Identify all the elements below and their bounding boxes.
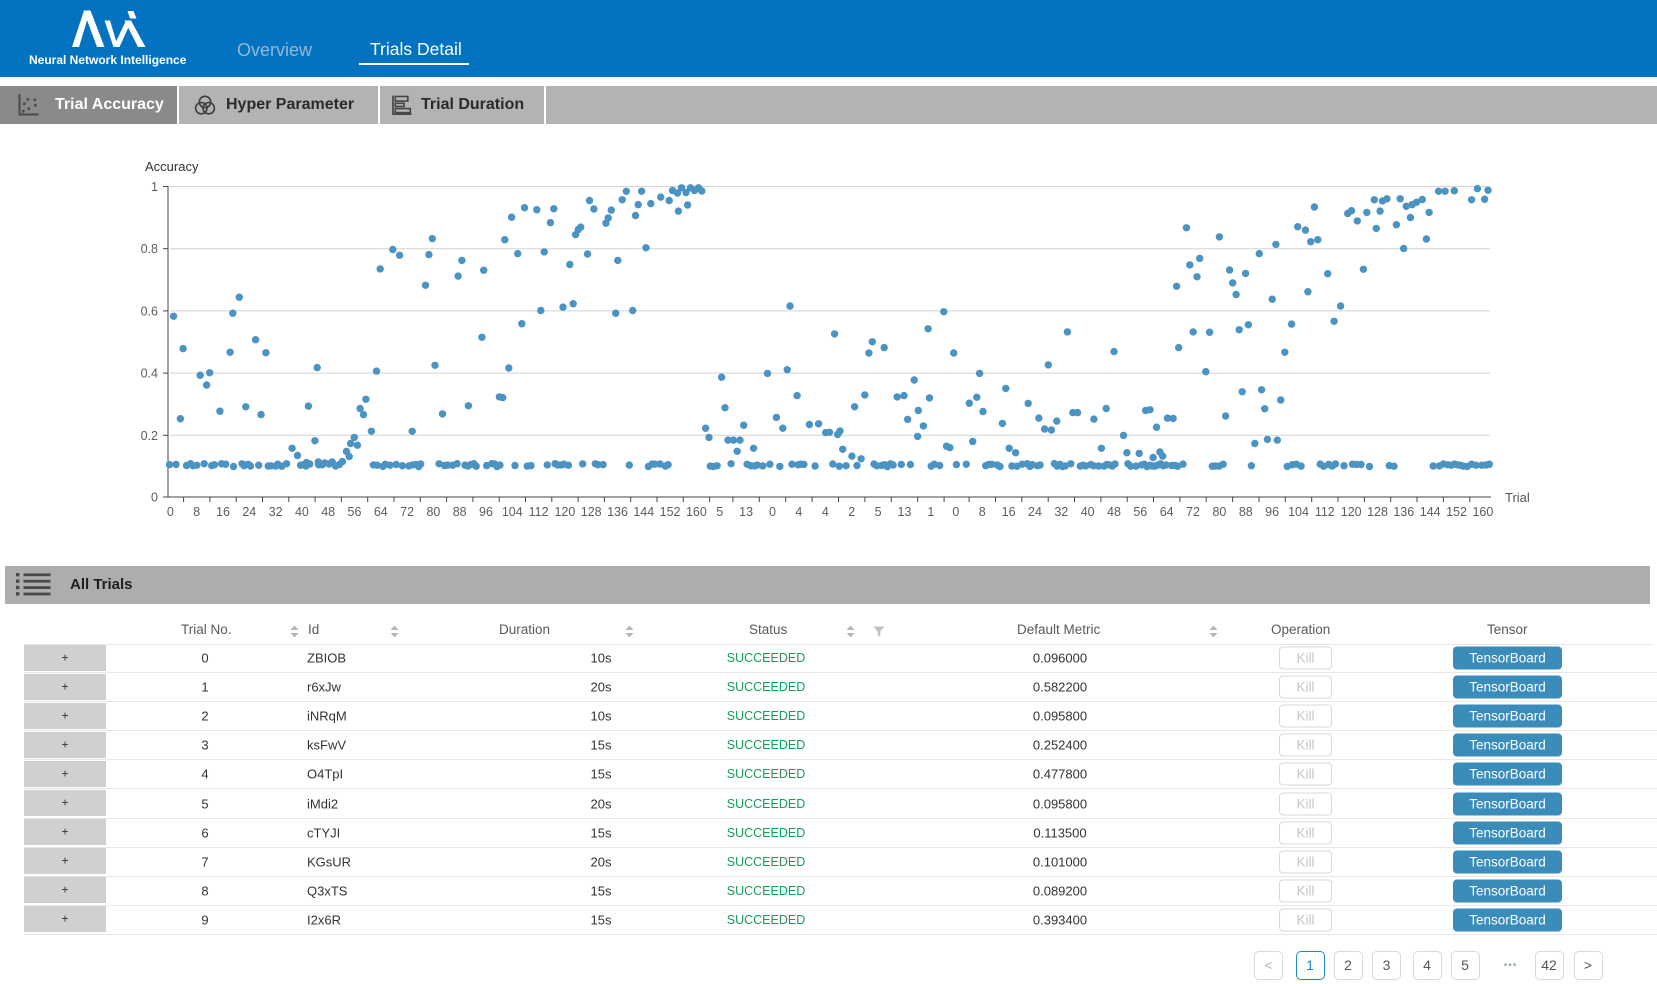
svg-text:2: 2 <box>848 505 855 519</box>
svg-text:40: 40 <box>1081 505 1095 519</box>
svg-text:88: 88 <box>1239 505 1253 519</box>
svg-text:1: 1 <box>151 180 158 194</box>
svg-text:72: 72 <box>400 505 414 519</box>
svg-text:112: 112 <box>529 505 549 519</box>
svg-text:96: 96 <box>1265 505 1279 519</box>
svg-text:120: 120 <box>1341 505 1362 519</box>
svg-text:136: 136 <box>607 505 628 519</box>
svg-text:112: 112 <box>1315 505 1335 519</box>
svg-text:144: 144 <box>633 505 654 519</box>
svg-text:8: 8 <box>193 505 200 519</box>
svg-text:16: 16 <box>216 505 230 519</box>
svg-text:0: 0 <box>952 505 959 519</box>
svg-text:80: 80 <box>426 505 440 519</box>
svg-text:48: 48 <box>1107 505 1121 519</box>
svg-text:136: 136 <box>1393 505 1414 519</box>
svg-text:8: 8 <box>979 505 986 519</box>
svg-text:1: 1 <box>927 505 934 519</box>
svg-text:128: 128 <box>1367 505 1388 519</box>
svg-text:13: 13 <box>898 505 912 519</box>
svg-text:32: 32 <box>269 505 283 519</box>
svg-text:56: 56 <box>1133 505 1147 519</box>
svg-text:0.4: 0.4 <box>141 367 158 381</box>
svg-text:4: 4 <box>822 505 829 519</box>
svg-text:0.8: 0.8 <box>141 242 158 256</box>
svg-text:120: 120 <box>554 505 575 519</box>
svg-text:4: 4 <box>795 505 802 519</box>
svg-text:152: 152 <box>660 505 681 519</box>
svg-text:5: 5 <box>716 505 723 519</box>
svg-text:72: 72 <box>1186 505 1200 519</box>
svg-text:104: 104 <box>502 505 523 519</box>
svg-text:13: 13 <box>739 505 753 519</box>
svg-text:56: 56 <box>348 505 362 519</box>
svg-text:48: 48 <box>321 505 335 519</box>
svg-text:128: 128 <box>581 505 602 519</box>
svg-text:Accuracy: Accuracy <box>145 159 199 174</box>
svg-text:144: 144 <box>1420 505 1441 519</box>
svg-text:160: 160 <box>686 505 707 519</box>
svg-text:64: 64 <box>1160 505 1174 519</box>
svg-text:0.6: 0.6 <box>141 304 158 318</box>
svg-text:160: 160 <box>1472 505 1493 519</box>
svg-text:64: 64 <box>374 505 388 519</box>
svg-text:24: 24 <box>1028 505 1042 519</box>
svg-text:0.2: 0.2 <box>141 429 158 443</box>
svg-text:24: 24 <box>242 505 256 519</box>
svg-text:32: 32 <box>1054 505 1068 519</box>
svg-text:16: 16 <box>1002 505 1016 519</box>
svg-text:5: 5 <box>875 505 882 519</box>
svg-text:0: 0 <box>167 505 174 519</box>
svg-text:88: 88 <box>453 505 467 519</box>
svg-text:0: 0 <box>769 505 776 519</box>
svg-text:152: 152 <box>1446 505 1467 519</box>
svg-text:96: 96 <box>479 505 493 519</box>
svg-text:80: 80 <box>1212 505 1226 519</box>
svg-text:Trial: Trial <box>1505 490 1530 505</box>
svg-text:104: 104 <box>1288 505 1309 519</box>
svg-text:0: 0 <box>151 491 158 505</box>
svg-text:40: 40 <box>295 505 309 519</box>
